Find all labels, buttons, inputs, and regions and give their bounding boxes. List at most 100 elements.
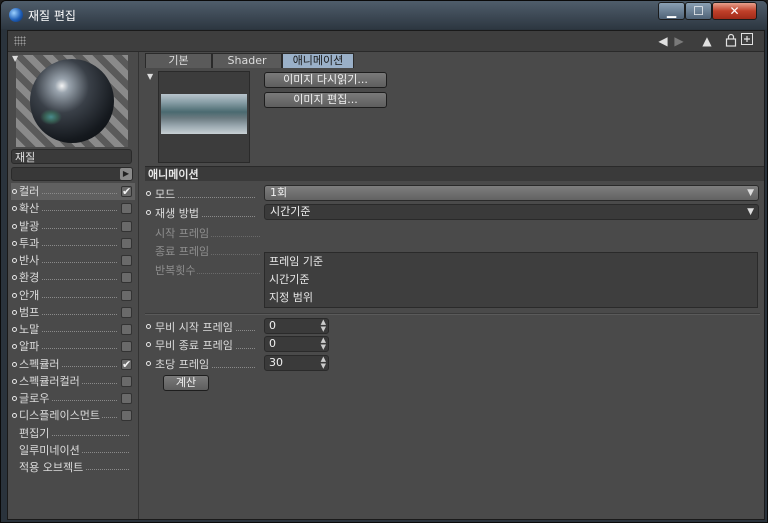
- edit-image-button[interactable]: 이미지 편집...: [264, 92, 387, 108]
- channel-item[interactable]: 적용 오브젝트: [11, 459, 135, 476]
- channel-label: 확산: [19, 200, 42, 218]
- channel-item[interactable]: 컬러 ✔: [11, 183, 135, 201]
- movie-start-label: 무비 시작 프레임: [155, 319, 235, 335]
- start-frame-label: 시작 프레임: [155, 225, 212, 241]
- channel-dot-icon: [12, 223, 17, 229]
- channel-checkbox[interactable]: ✔: [121, 358, 132, 370]
- menu-item-frame-based[interactable]: 프레임 기준: [267, 253, 323, 271]
- lock-icon[interactable]: [724, 33, 738, 49]
- mode-dropdown[interactable]: 1회 ▼: [264, 185, 759, 201]
- animate-dot-icon[interactable]: [146, 361, 151, 366]
- close-button[interactable]: ✕: [712, 2, 757, 20]
- channel-checkbox[interactable]: [121, 375, 132, 387]
- channel-item[interactable]: 일루미네이션: [11, 441, 135, 459]
- preview-menu-arrow-icon[interactable]: ▼: [12, 54, 18, 63]
- channel-checkbox[interactable]: [121, 393, 132, 404]
- animation-section-header[interactable]: 애니메이션: [145, 166, 764, 181]
- divider: [145, 313, 760, 315]
- channel-checkbox[interactable]: ✔: [121, 186, 132, 197]
- channel-item[interactable]: 환경: [11, 269, 135, 287]
- channel-dot-icon: [12, 189, 17, 194]
- tab-basic[interactable]: 기본: [145, 53, 212, 68]
- channel-checkbox[interactable]: [121, 203, 132, 215]
- mode-row: 모드 1회 ▼: [145, 185, 760, 202]
- editor-client-area: ◀ ▶ ▲ ▼ 재질 ▶ 컬러 ✔ 확산 발광 투과 반사 환경 안개 범프 노말 알파 스펙큘러 ✔ 스…: [7, 30, 765, 520]
- movie-start-stepper[interactable]: 0 ▲ ▼: [264, 318, 329, 334]
- channel-checkbox[interactable]: [121, 289, 132, 301]
- channel-dot-icon: [12, 240, 17, 246]
- start-frame-row: 시작 프레임: [145, 224, 760, 241]
- spin-arrows-icon[interactable]: ▲ ▼: [321, 319, 326, 333]
- channel-item[interactable]: 스펙큘러컬러: [11, 372, 135, 390]
- grip-icon[interactable]: [14, 36, 26, 46]
- channel-label: 일루미네이션: [19, 441, 82, 459]
- channel-item[interactable]: 노말: [11, 321, 135, 338]
- channel-checkbox[interactable]: [121, 324, 132, 335]
- tab-animation[interactable]: 애니메이션: [282, 53, 354, 68]
- chevron-down-icon: ▼: [747, 207, 754, 217]
- forward-arrow-icon[interactable]: ▶: [672, 33, 686, 49]
- title-bar[interactable]: 재질 편집 ▁ ☐ ✕: [1, 1, 767, 29]
- fps-stepper[interactable]: 30 ▲ ▼: [264, 355, 329, 371]
- scroll-right-arrow-icon[interactable]: ▶: [120, 168, 132, 180]
- menu-item-range[interactable]: 지정 범위: [267, 289, 313, 307]
- animate-dot-icon[interactable]: [146, 210, 151, 215]
- channel-label: 범프: [19, 303, 42, 321]
- fps-label: 초당 프레임: [155, 356, 212, 372]
- playback-dropdown[interactable]: 시간기준 ▼: [264, 204, 759, 220]
- channel-item[interactable]: 디스플레이스먼트: [11, 407, 135, 425]
- spin-arrows-icon[interactable]: ▲ ▼: [321, 356, 326, 370]
- channel-label: 환경: [19, 269, 42, 287]
- texture-thumbnail[interactable]: [158, 71, 250, 163]
- calculate-button[interactable]: 계산: [163, 375, 209, 391]
- channel-item[interactable]: 투과: [11, 234, 135, 252]
- back-arrow-icon[interactable]: ◀: [656, 33, 670, 49]
- movie-end-row: 무비 종료 프레임 0 ▲ ▼: [145, 336, 760, 353]
- maximize-button[interactable]: ☐: [685, 2, 712, 20]
- movie-end-label: 무비 종료 프레임: [155, 337, 235, 353]
- channel-checkbox[interactable]: [121, 255, 132, 266]
- material-name-field[interactable]: 재질: [11, 149, 132, 164]
- channel-item[interactable]: 알파: [11, 338, 135, 356]
- channel-item[interactable]: 스펙큘러 ✔: [11, 355, 135, 373]
- channel-label: 편집기: [19, 424, 52, 442]
- channel-checkbox[interactable]: [121, 306, 132, 318]
- channel-label: 적용 오브젝트: [19, 459, 86, 476]
- channel-item[interactable]: 확산: [11, 200, 135, 218]
- window-title: 재질 편집: [28, 9, 76, 23]
- channel-checkbox[interactable]: [121, 341, 132, 353]
- channel-item[interactable]: 편집기: [11, 424, 135, 442]
- movie-end-stepper[interactable]: 0 ▲ ▼: [264, 336, 329, 352]
- channel-checkbox[interactable]: [121, 410, 132, 422]
- mode-label: 모드: [155, 186, 178, 202]
- channel-item[interactable]: 발광: [11, 217, 135, 235]
- channel-scrollbar[interactable]: ▶: [11, 167, 133, 181]
- channel-dot-icon: [12, 206, 17, 212]
- minimize-button[interactable]: ▁: [658, 2, 685, 20]
- channel-list: 컬러 ✔ 확산 발광 투과 반사 환경 안개 범프 노말 알파 스펙큘러 ✔ 스펙큘러컬러 글로우 디스플레이…: [11, 183, 135, 476]
- channel-label: 발광: [19, 217, 42, 235]
- end-frame-label: 종료 프레임: [155, 243, 212, 259]
- menu-item-time-based[interactable]: 시간기준: [267, 271, 309, 289]
- material-preview[interactable]: [16, 55, 128, 147]
- channel-dot-icon: [12, 378, 17, 384]
- tab-shader[interactable]: Shader: [212, 53, 282, 68]
- channel-item[interactable]: 범프: [11, 303, 135, 321]
- animate-dot-icon[interactable]: [146, 191, 151, 196]
- channel-checkbox[interactable]: [121, 220, 132, 232]
- new-window-icon[interactable]: [740, 33, 754, 49]
- texture-menu-arrow-icon[interactable]: ▼: [147, 72, 153, 81]
- animate-dot-icon[interactable]: [146, 342, 151, 347]
- channel-item[interactable]: 안개: [11, 286, 135, 304]
- channel-item[interactable]: 글로우: [11, 390, 135, 407]
- reload-image-button[interactable]: 이미지 다시읽기...: [264, 72, 387, 88]
- channel-label: 반사: [19, 252, 42, 269]
- animate-dot-icon[interactable]: [146, 324, 151, 329]
- channel-dot-icon: [12, 258, 17, 263]
- spin-arrows-icon[interactable]: ▲ ▼: [321, 337, 326, 351]
- channel-item[interactable]: 반사: [11, 252, 135, 269]
- channel-checkbox[interactable]: [121, 272, 132, 284]
- channel-checkbox[interactable]: [121, 237, 132, 249]
- channel-label: 디스플레이스먼트: [19, 407, 102, 425]
- up-arrow-icon[interactable]: ▲: [700, 33, 714, 49]
